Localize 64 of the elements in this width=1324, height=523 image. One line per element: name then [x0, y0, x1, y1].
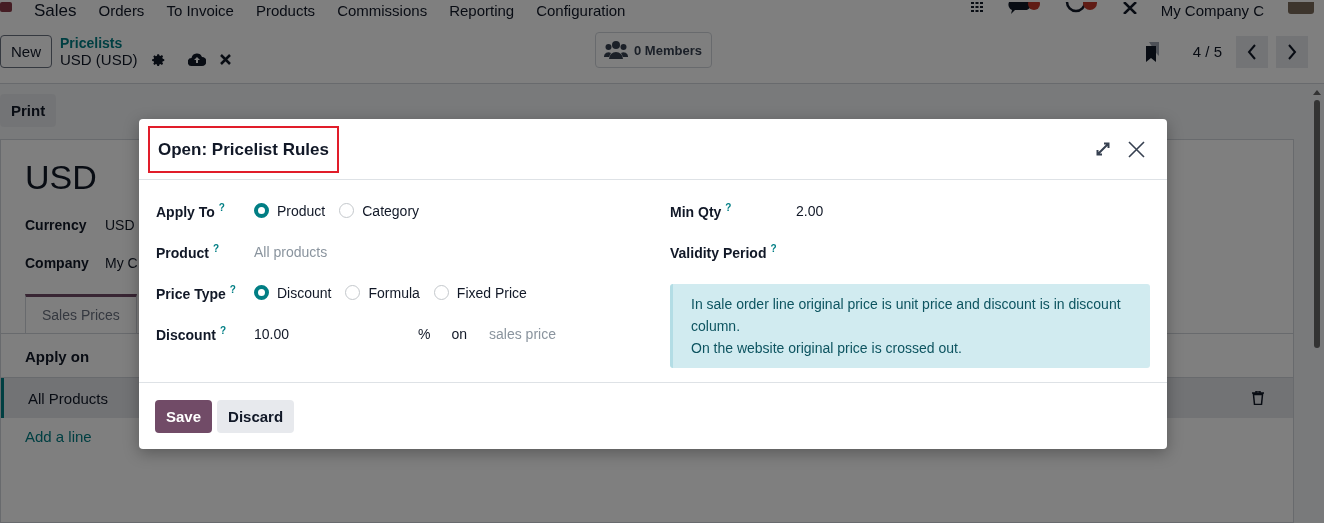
field-value: USD	[105, 217, 135, 233]
field-label: Company	[25, 255, 87, 271]
app-name[interactable]: Sales	[34, 2, 77, 19]
discard-button[interactable]: Discard	[217, 399, 295, 433]
breadcrumb-link[interactable]: Pricelists	[60, 35, 231, 51]
radio-option[interactable]: Fixed Price	[433, 284, 527, 301]
print-button[interactable]: Print	[0, 94, 57, 127]
previous-button[interactable]	[1236, 35, 1268, 68]
field-label: Currency	[25, 217, 87, 233]
grid-icon[interactable]	[970, 2, 983, 12]
field-label: Min Qty $^{?}$	[670, 201, 733, 220]
menu-item[interactable]: Commissions	[337, 2, 428, 19]
radio-icon[interactable]	[433, 285, 449, 300]
radio-icon[interactable]	[254, 285, 269, 300]
radio-option[interactable]: Product	[254, 202, 326, 219]
close-icon[interactable]	[1128, 140, 1145, 158]
next-button[interactable]	[1276, 35, 1308, 68]
help-mark: ?	[725, 201, 732, 213]
field-label: Apply To $^{?}$	[156, 201, 226, 220]
radio-icon[interactable]	[254, 203, 269, 218]
input-field[interactable]: All products	[254, 243, 454, 260]
dialog-title: Open: Pricelist Rules	[148, 125, 339, 173]
radio-icon[interactable]	[339, 203, 355, 218]
expand-icon[interactable]	[1096, 142, 1110, 156]
chevron-right-icon	[1287, 43, 1297, 60]
bookmark-icon[interactable]	[1144, 41, 1161, 62]
help-mark: ?	[770, 242, 777, 254]
menu-item[interactable]: Configuration	[536, 2, 626, 19]
company-switcher[interactable]: My Company C	[1160, 2, 1264, 19]
gear-icon[interactable]	[151, 52, 166, 67]
close-icon[interactable]	[219, 54, 231, 65]
people-icon	[604, 41, 628, 59]
menu-item[interactable]: Orders	[98, 2, 145, 19]
members-button[interactable]: 0 Members	[595, 32, 712, 68]
radio-option[interactable]: Discount	[254, 284, 332, 301]
field-label: Price Type $^{?}$	[156, 283, 237, 302]
help-mark: ?	[218, 201, 225, 213]
new-button[interactable]: New	[0, 35, 52, 68]
radio-option[interactable]: Formula	[345, 284, 420, 301]
tab[interactable]: Sales Prices	[25, 294, 137, 333]
alert-text: In sale order line original price is unit price and discount is in discount column.	[691, 295, 1122, 336]
radio-icon[interactable]	[345, 285, 361, 300]
trash-icon[interactable]	[1252, 391, 1264, 405]
menu-item[interactable]: To Invoice	[166, 2, 234, 19]
chevron-left-icon	[1247, 43, 1257, 60]
help-mark: ?	[212, 242, 219, 254]
field-label: Product $^{?}$	[156, 242, 220, 261]
radio-option[interactable]: Category	[339, 202, 420, 219]
chat-icon[interactable]	[1006, 2, 1041, 14]
save-button[interactable]: Save	[155, 399, 213, 433]
table-cell: All Products	[28, 389, 109, 407]
input-field[interactable]: 2.00	[796, 202, 916, 219]
scrollbar[interactable]	[1313, 88, 1321, 348]
menu-item[interactable]: Products	[255, 2, 316, 19]
alert-text: On the website original price is crossed out.	[691, 339, 963, 358]
field-value: My C	[105, 255, 138, 271]
pager-value: 4 / 5	[1192, 43, 1222, 60]
record-name: USD (USD)	[60, 51, 138, 68]
record-title: USD	[25, 158, 97, 198]
help-mark: ?	[219, 324, 226, 336]
cloud-upload-icon[interactable]	[187, 53, 206, 66]
field-label: Validity Period $^{?}$	[670, 242, 778, 261]
menu-item[interactable]: Reporting	[449, 2, 515, 19]
help-mark: ?	[229, 283, 236, 295]
